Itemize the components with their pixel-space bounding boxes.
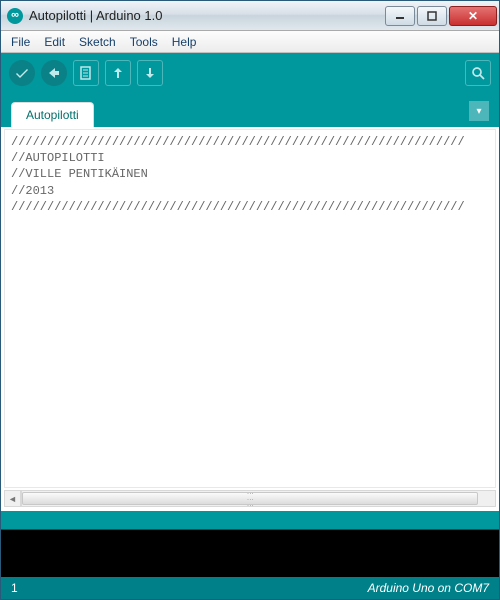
menubar: File Edit Sketch Tools Help <box>1 31 499 53</box>
menu-help[interactable]: Help <box>166 33 203 51</box>
menu-edit[interactable]: Edit <box>38 33 71 51</box>
titlebar[interactable]: Autopilotti | Arduino 1.0 ✕ <box>1 1 499 31</box>
tab-menu-button[interactable]: ▾ <box>469 101 489 121</box>
verify-button[interactable] <box>9 60 35 86</box>
minimize-button[interactable] <box>385 6 415 26</box>
close-button[interactable]: ✕ <box>449 6 497 26</box>
toolbar <box>1 53 499 93</box>
message-bar <box>1 511 499 529</box>
console-output[interactable] <box>1 529 499 577</box>
code-line: //AUTOPILOTTI <box>11 151 105 165</box>
scroll-left-icon[interactable]: ◄ <box>5 491 21 506</box>
status-line-number: 1 <box>11 581 18 595</box>
app-window: Autopilotti | Arduino 1.0 ✕ File Edit Sk… <box>0 0 500 600</box>
menu-sketch[interactable]: Sketch <box>73 33 122 51</box>
save-button[interactable] <box>137 60 163 86</box>
code-line: ////////////////////////////////////////… <box>11 135 465 149</box>
menu-tools[interactable]: Tools <box>124 33 164 51</box>
scroll-thumb[interactable] <box>22 492 478 505</box>
serial-monitor-button[interactable] <box>465 60 491 86</box>
new-button[interactable] <box>73 60 99 86</box>
code-line: //2013 <box>11 184 54 198</box>
window-title: Autopilotti | Arduino 1.0 <box>29 8 162 23</box>
open-button[interactable] <box>105 60 131 86</box>
upload-button[interactable] <box>41 60 67 86</box>
code-line: //VILLE PENTIKÄINEN <box>11 167 148 181</box>
menu-file[interactable]: File <box>5 33 36 51</box>
status-board-port: Arduino Uno on COM7 <box>368 581 489 595</box>
arduino-logo-icon <box>7 8 23 24</box>
statusbar: 1 Arduino Uno on COM7 <box>1 577 499 599</box>
tab-active[interactable]: Autopilotti <box>11 102 94 127</box>
horizontal-scrollbar[interactable]: ◄ ► <box>4 490 496 507</box>
scroll-track[interactable] <box>22 492 478 505</box>
code-line: ////////////////////////////////////////… <box>11 200 465 214</box>
code-editor[interactable]: ////////////////////////////////////////… <box>4 129 496 488</box>
editor-area: ////////////////////////////////////////… <box>1 127 499 511</box>
maximize-button[interactable] <box>417 6 447 26</box>
tabstrip: Autopilotti ▾ <box>1 93 499 127</box>
